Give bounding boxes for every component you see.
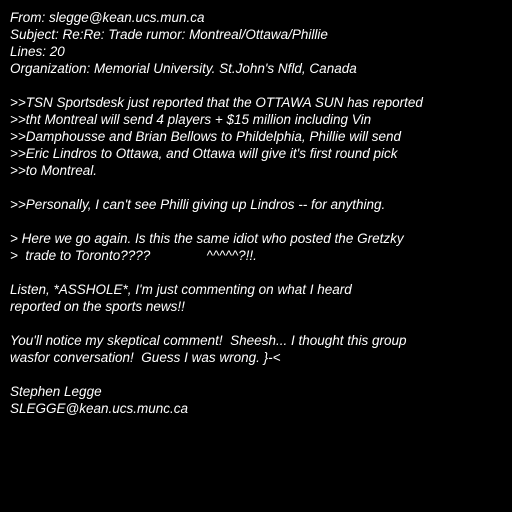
header-from: From: slegge@kean.ucs.mun.ca xyxy=(10,10,205,25)
signature-name: Stephen Legge xyxy=(10,384,102,399)
reply-line: reported on the sports news!! xyxy=(10,299,185,314)
quote-line: >>tht Montreal will send 4 players + $15… xyxy=(10,112,372,127)
reply-line: wasfor conversation! Guess I was wrong. … xyxy=(10,350,281,365)
quote-line: >>TSN Sportsdesk just reported that the … xyxy=(10,95,423,110)
header-lines: Lines: 20 xyxy=(10,44,65,59)
quote-line: > Here we go again. Is this the same idi… xyxy=(10,231,404,246)
quote-line: >>Eric Lindros to Ottawa, and Ottawa wil… xyxy=(10,146,398,161)
quote-line: >>Damphousse and Brian Bellows to Philde… xyxy=(10,129,401,144)
quote-line: >>Personally, I can't see Philli giving … xyxy=(10,197,386,212)
quote-line: > trade to Toronto???? ^^^^^?!!. xyxy=(10,248,257,263)
reply-line: Listen, *ASSHOLE*, I'm just commenting o… xyxy=(10,282,352,297)
message-screen: From: slegge@kean.ucs.mun.ca Subject: Re… xyxy=(0,0,512,512)
reply-line: You'll notice my skeptical comment! Shee… xyxy=(10,333,407,348)
header-subject: Subject: Re:Re: Trade rumor: Montreal/Ot… xyxy=(10,27,328,42)
header-organization: Organization: Memorial University. St.Jo… xyxy=(10,61,357,76)
quote-line: >>to Montreal. xyxy=(10,163,98,178)
signature-email: SLEGGE@kean.ucs.munc.ca xyxy=(10,401,189,416)
message-body: From: slegge@kean.ucs.mun.ca Subject: Re… xyxy=(10,9,506,417)
